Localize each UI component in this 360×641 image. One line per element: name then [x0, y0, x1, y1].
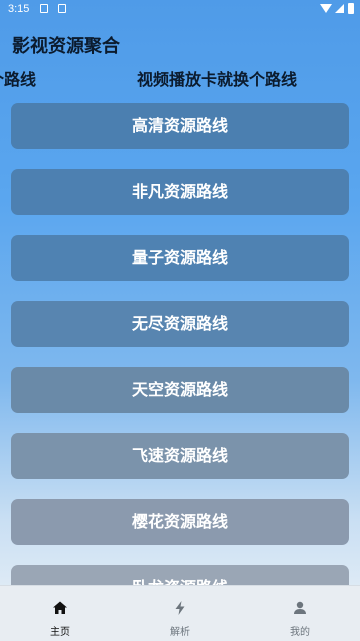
- bottom-nav: 主页 解析 我的: [0, 585, 360, 641]
- route-button-wujin[interactable]: 无尽资源路线: [11, 301, 349, 347]
- nav-item-parse[interactable]: 解析: [120, 586, 240, 641]
- route-button-liangzi[interactable]: 量子资源路线: [11, 235, 349, 281]
- route-button-feisu[interactable]: 飞速资源路线: [11, 433, 349, 479]
- nav-label-parse: 解析: [170, 627, 190, 638]
- route-button-feifan[interactable]: 非凡资源路线: [11, 169, 349, 215]
- route-button-yinghua[interactable]: 樱花资源路线: [11, 499, 349, 545]
- route-button-gaoqing[interactable]: 高清资源路线: [11, 103, 349, 149]
- route-button-tiankong[interactable]: 天空资源路线: [11, 367, 349, 413]
- nav-item-mine[interactable]: 我的: [240, 586, 360, 641]
- nav-label-mine: 我的: [290, 627, 310, 638]
- person-icon: [294, 601, 306, 614]
- nav-label-home: 主页: [50, 627, 70, 638]
- home-icon: [53, 601, 67, 614]
- nav-item-home[interactable]: 主页: [0, 586, 120, 641]
- route-list: 高清资源路线 非凡资源路线 量子资源路线 无尽资源路线 天空资源路线 飞速资源路…: [0, 0, 360, 640]
- lightning-icon: [175, 601, 185, 615]
